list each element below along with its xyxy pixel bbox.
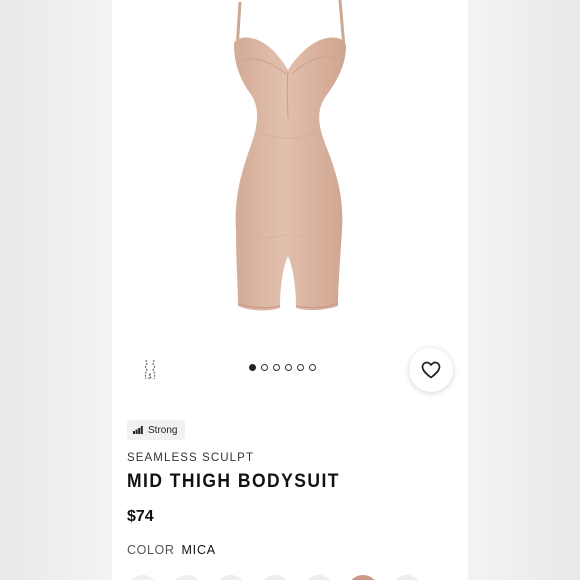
gallery-dot[interactable]	[249, 364, 256, 371]
color-swatch[interactable]	[347, 575, 379, 580]
favorite-button[interactable]	[409, 348, 453, 392]
gallery-dot[interactable]	[285, 364, 292, 371]
background-left	[0, 0, 112, 580]
collection-name: SEAMLESS SCULPT	[127, 452, 255, 464]
product-title: MID THIGH BODYSUIT	[127, 471, 340, 492]
signal-bars-icon	[133, 426, 143, 434]
product-image[interactable]	[112, 0, 468, 340]
color-selection: COLOR MICA	[127, 543, 216, 557]
product-page: Strong SEAMLESS SCULPT MID THIGH BODYSUI…	[112, 0, 468, 580]
color-swatch[interactable]	[215, 575, 247, 580]
gallery-dot[interactable]	[261, 364, 268, 371]
color-swatch[interactable]	[303, 575, 335, 580]
color-swatches	[127, 575, 423, 580]
color-swatch[interactable]	[171, 575, 203, 580]
body-outline-icon[interactable]	[140, 358, 160, 380]
gallery-pagination	[249, 364, 316, 374]
badge-label: Strong	[148, 424, 178, 436]
color-label: COLOR	[127, 543, 175, 557]
compression-badge: Strong	[127, 420, 186, 440]
gallery-dot[interactable]	[273, 364, 280, 371]
heart-icon	[421, 361, 441, 379]
color-value: MICA	[181, 543, 216, 557]
color-swatch[interactable]	[259, 575, 291, 580]
color-swatch[interactable]	[127, 575, 159, 580]
gallery-dot[interactable]	[309, 364, 316, 371]
product-price: $74	[127, 508, 154, 525]
color-swatch[interactable]	[391, 575, 423, 580]
background-right	[468, 0, 580, 580]
gallery-dot[interactable]	[297, 364, 304, 371]
